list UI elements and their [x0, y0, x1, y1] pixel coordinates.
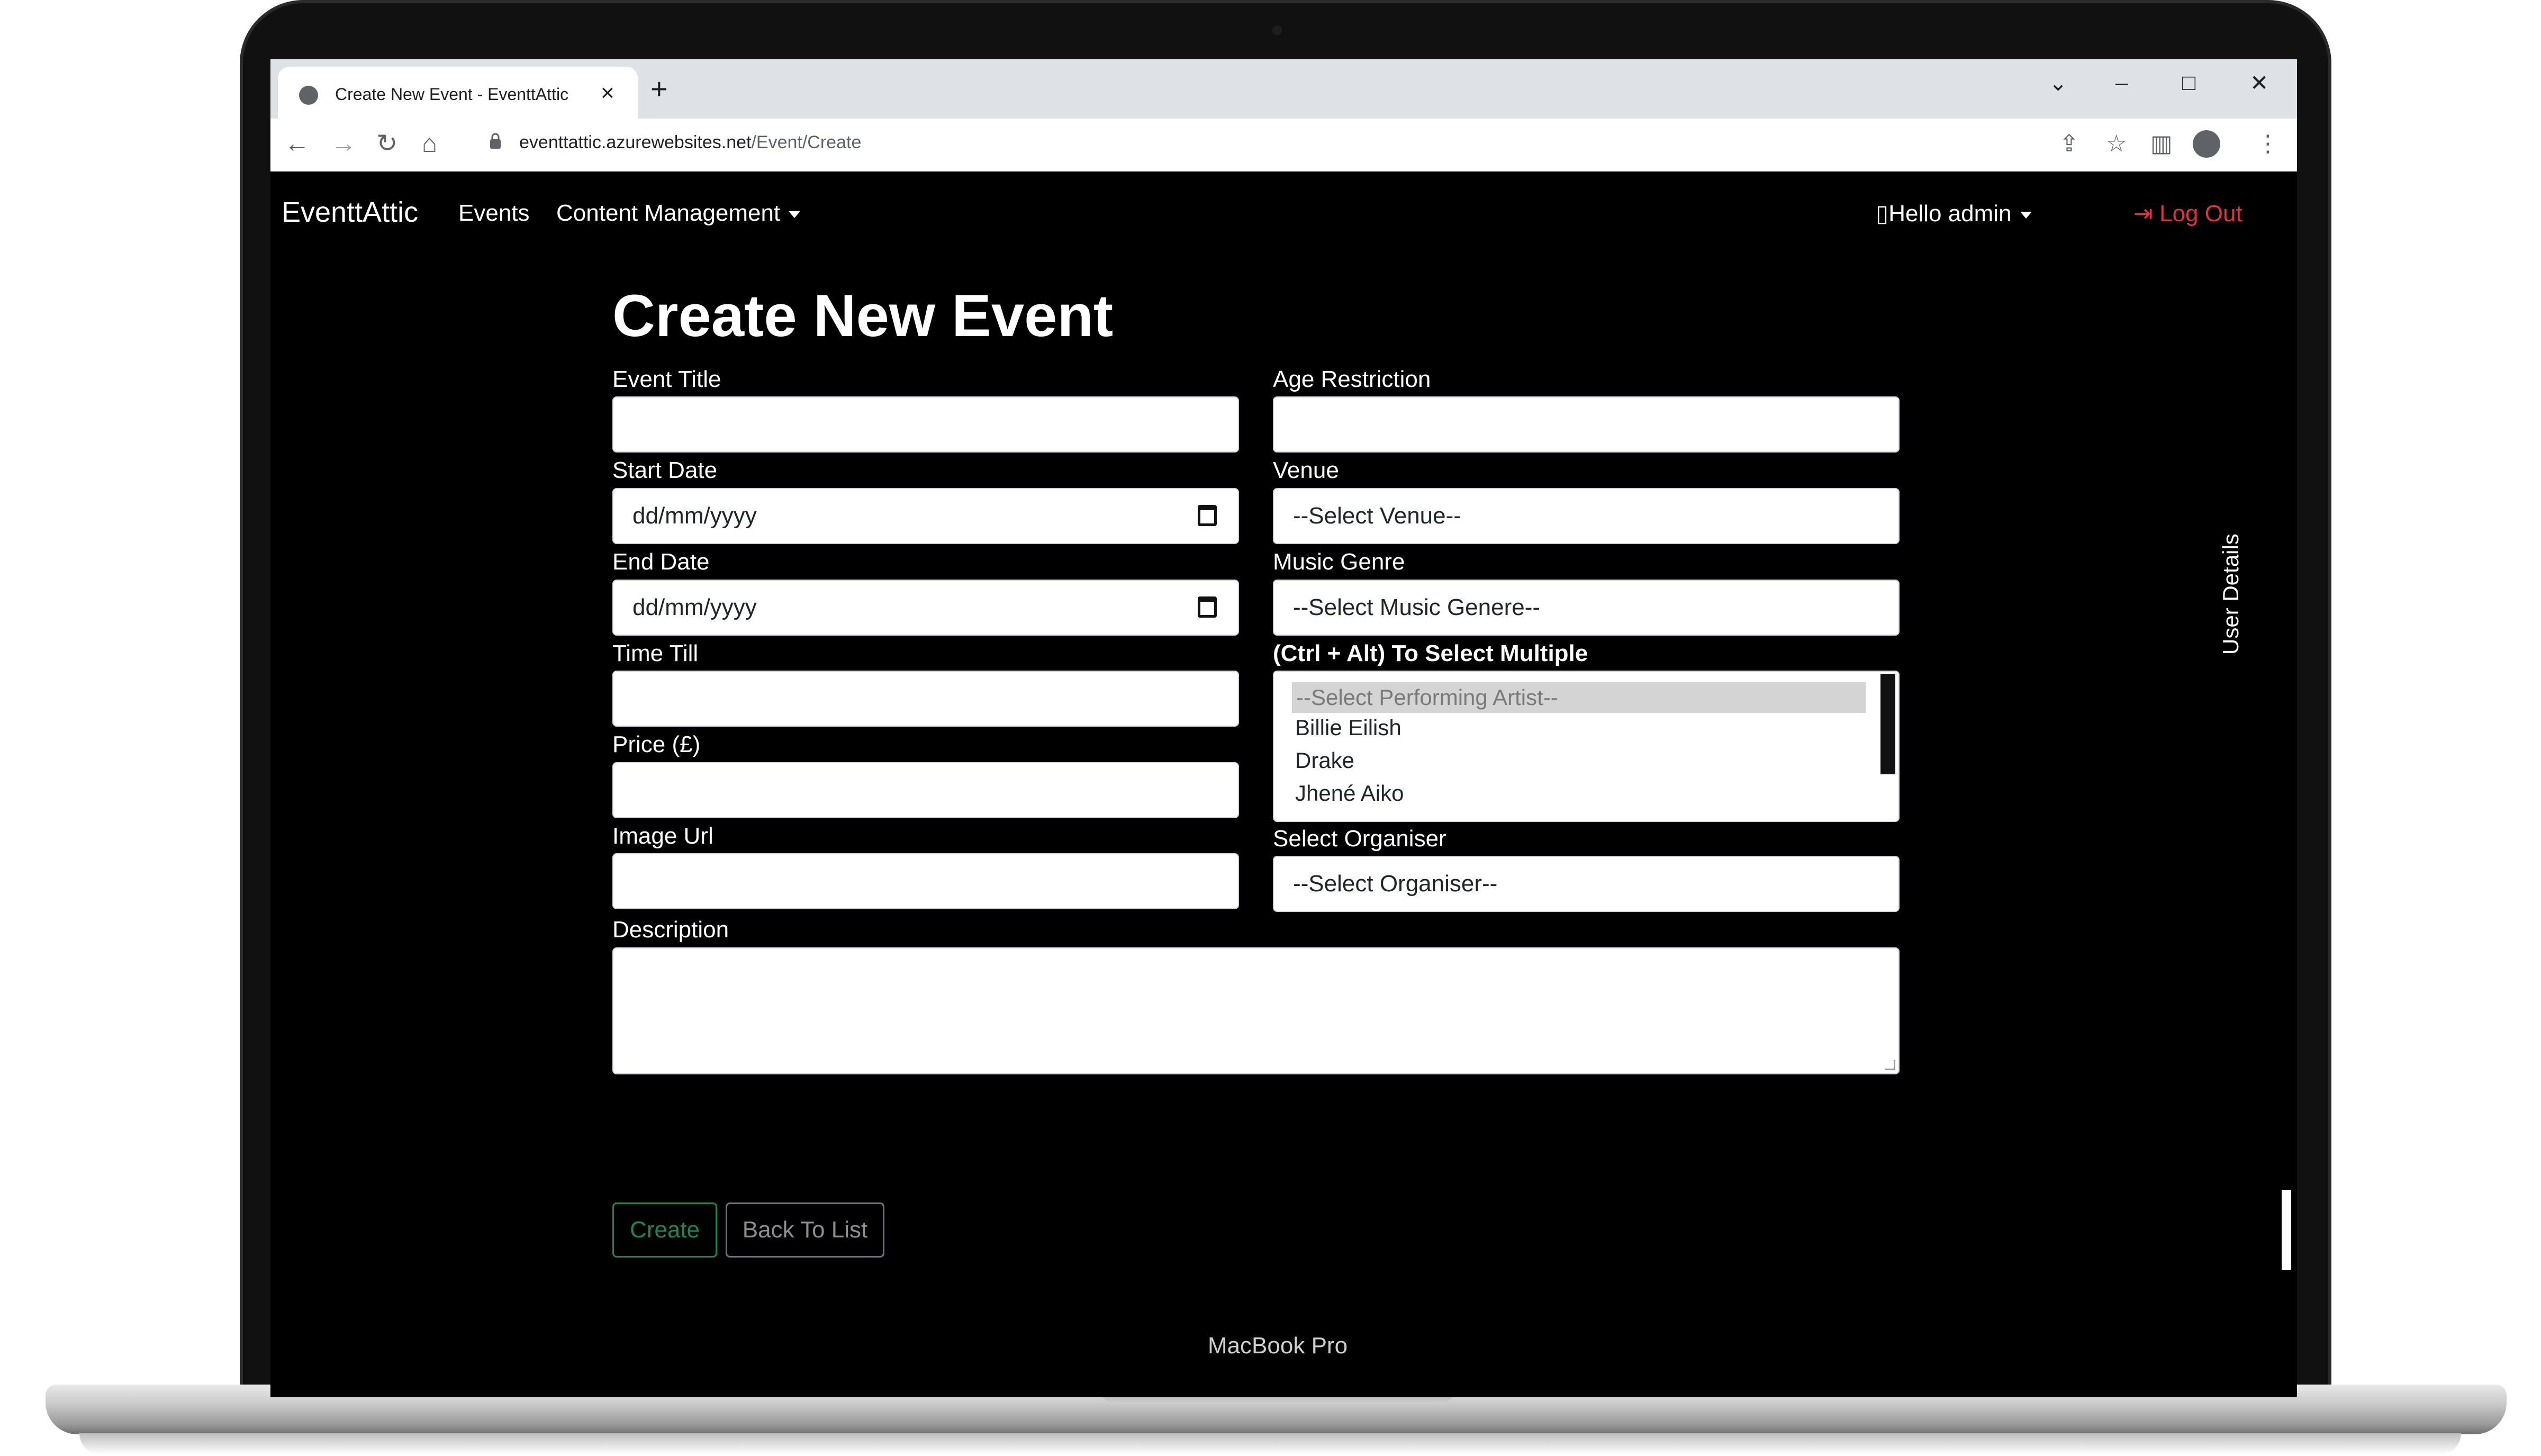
artists-multiselect[interactable]: --Select Performing Artist-- Billie Eili…: [1273, 671, 1900, 822]
address-bar[interactable]: eventtattic.azurewebsites.net/Event/Crea…: [519, 132, 861, 153]
new-tab-icon[interactable]: +: [650, 74, 668, 104]
end-date-label: End Date: [612, 549, 710, 575]
browser-tab[interactable]: Create New Event - EventtAttic ×: [278, 67, 638, 119]
start-date-placeholder: dd/mm/yyyy: [632, 503, 757, 529]
age-restriction-input[interactable]: [1273, 396, 1900, 453]
user-greeting: Hello admin: [1888, 201, 2012, 227]
forward-icon[interactable]: →: [331, 128, 356, 160]
chevron-down-icon: [2020, 211, 2032, 219]
close-tab-icon[interactable]: ×: [601, 80, 614, 106]
music-genre-select[interactable]: --Select Music Genere--: [1273, 580, 1900, 636]
profile-avatar[interactable]: [2193, 130, 2220, 158]
brand-logo[interactable]: EventtAttic: [282, 196, 418, 229]
description-textarea[interactable]: [612, 947, 1900, 1074]
tab-title: Create New Event - EventtAttic: [335, 85, 569, 104]
calendar-icon[interactable]: [1198, 596, 1217, 618]
logout-icon: ⇥: [2133, 201, 2153, 227]
artists-label: (Ctrl + Alt) To Select Multiple: [1273, 640, 1588, 666]
start-date-label: Start Date: [612, 457, 718, 483]
image-url-input[interactable]: [612, 853, 1239, 909]
event-title-label: Event Title: [612, 366, 721, 392]
maximize-icon[interactable]: □: [2182, 70, 2195, 95]
description-label: Description: [612, 917, 729, 943]
back-to-list-button[interactable]: Back To List: [726, 1202, 884, 1258]
artist-option[interactable]: --Select Performing Artist--: [1292, 682, 1866, 713]
nav-content-management[interactable]: Content Management: [556, 200, 801, 227]
organiser-select[interactable]: --Select Organiser--: [1273, 856, 1900, 912]
logout-label: Log Out: [2159, 201, 2242, 227]
venue-select[interactable]: --Select Venue--: [1273, 488, 1900, 544]
time-till-input[interactable]: [612, 671, 1239, 727]
page-scrollbar[interactable]: [2282, 1190, 2291, 1270]
event-title-input[interactable]: [612, 396, 1239, 453]
start-date-input[interactable]: dd/mm/yyyy: [612, 488, 1239, 544]
user-icon: ▯: [1876, 201, 1889, 227]
webcam: [1272, 25, 1282, 35]
home-icon[interactable]: ⌂: [422, 128, 437, 160]
artist-option[interactable]: Drake: [1295, 748, 1354, 773]
time-till-label: Time Till: [612, 640, 699, 666]
listbox-scrollbar[interactable]: [1880, 674, 1895, 774]
create-button[interactable]: Create: [612, 1202, 717, 1258]
user-menu[interactable]: ▯Hello admin: [1876, 200, 2032, 227]
music-genre-label: Music Genre: [1273, 549, 1405, 575]
artist-option[interactable]: Billie Eilish: [1295, 715, 1401, 740]
chevron-down-icon: [789, 211, 801, 218]
price-input[interactable]: [612, 762, 1239, 818]
organiser-label: Select Organiser: [1273, 826, 1446, 852]
calendar-icon[interactable]: [1198, 505, 1217, 526]
side-panel-icon[interactable]: ▥: [2150, 129, 2173, 159]
reload-icon[interactable]: ↻: [376, 128, 397, 160]
image-url-label: Image Url: [612, 823, 713, 849]
star-icon[interactable]: ☆: [2106, 129, 2127, 159]
artist-option[interactable]: Jhené Aiko: [1295, 781, 1404, 806]
screen: Create New Event - EventtAttic × + ⌄ – □…: [270, 59, 2297, 1397]
lock-icon: [490, 132, 501, 149]
user-details-tab[interactable]: User Details: [2218, 496, 2250, 655]
nav-content-management-label: Content Management: [556, 200, 781, 226]
price-label: Price (£): [612, 731, 701, 757]
share-icon[interactable]: ⇪: [2059, 129, 2079, 159]
logout-link[interactable]: ⇥ Log Out: [2133, 200, 2242, 227]
back-icon[interactable]: ←: [284, 128, 310, 160]
end-date-input[interactable]: dd/mm/yyyy: [612, 580, 1239, 636]
laptop-shadow: [79, 1433, 2461, 1454]
tab-search-icon[interactable]: ⌄: [2049, 70, 2067, 96]
menu-icon[interactable]: ⋮: [2256, 129, 2280, 159]
end-date-placeholder: dd/mm/yyyy: [632, 594, 757, 620]
device-label: MacBook Pro: [1207, 1333, 1348, 1359]
close-window-icon[interactable]: ✕: [2250, 70, 2268, 96]
venue-label: Venue: [1273, 457, 1339, 483]
resize-handle[interactable]: [1885, 1060, 1895, 1070]
page-title: Create New Event: [612, 283, 1114, 349]
minimize-icon[interactable]: –: [2115, 70, 2128, 95]
nav-events[interactable]: Events: [458, 200, 530, 227]
globe-icon: [299, 86, 318, 105]
age-restriction-label: Age Restriction: [1273, 366, 1431, 392]
